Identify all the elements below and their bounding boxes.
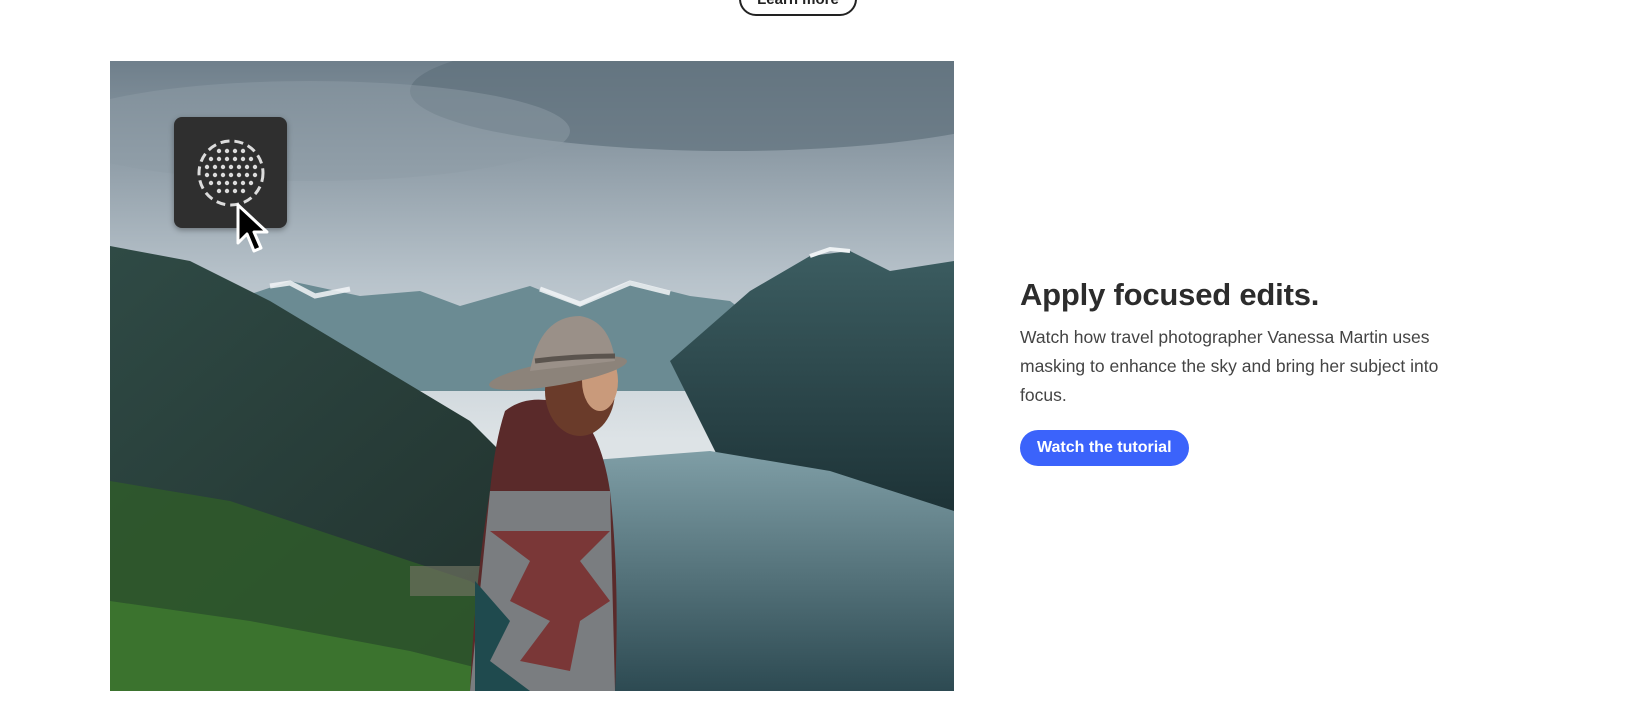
feature-headline: Apply focused edits. — [1020, 277, 1320, 312]
mask-radial-dots-icon — [197, 139, 264, 206]
learn-more-button[interactable]: Learn more — [739, 0, 857, 16]
watch-tutorial-button[interactable]: Watch the tutorial — [1020, 430, 1189, 466]
feature-description: Watch how travel photographer Vanessa Ma… — [1020, 327, 1439, 405]
hero-image — [110, 61, 954, 691]
feature-copy: Apply focused edits. Watch how travel ph… — [1020, 277, 1460, 466]
mouse-pointer-icon — [236, 203, 269, 253]
